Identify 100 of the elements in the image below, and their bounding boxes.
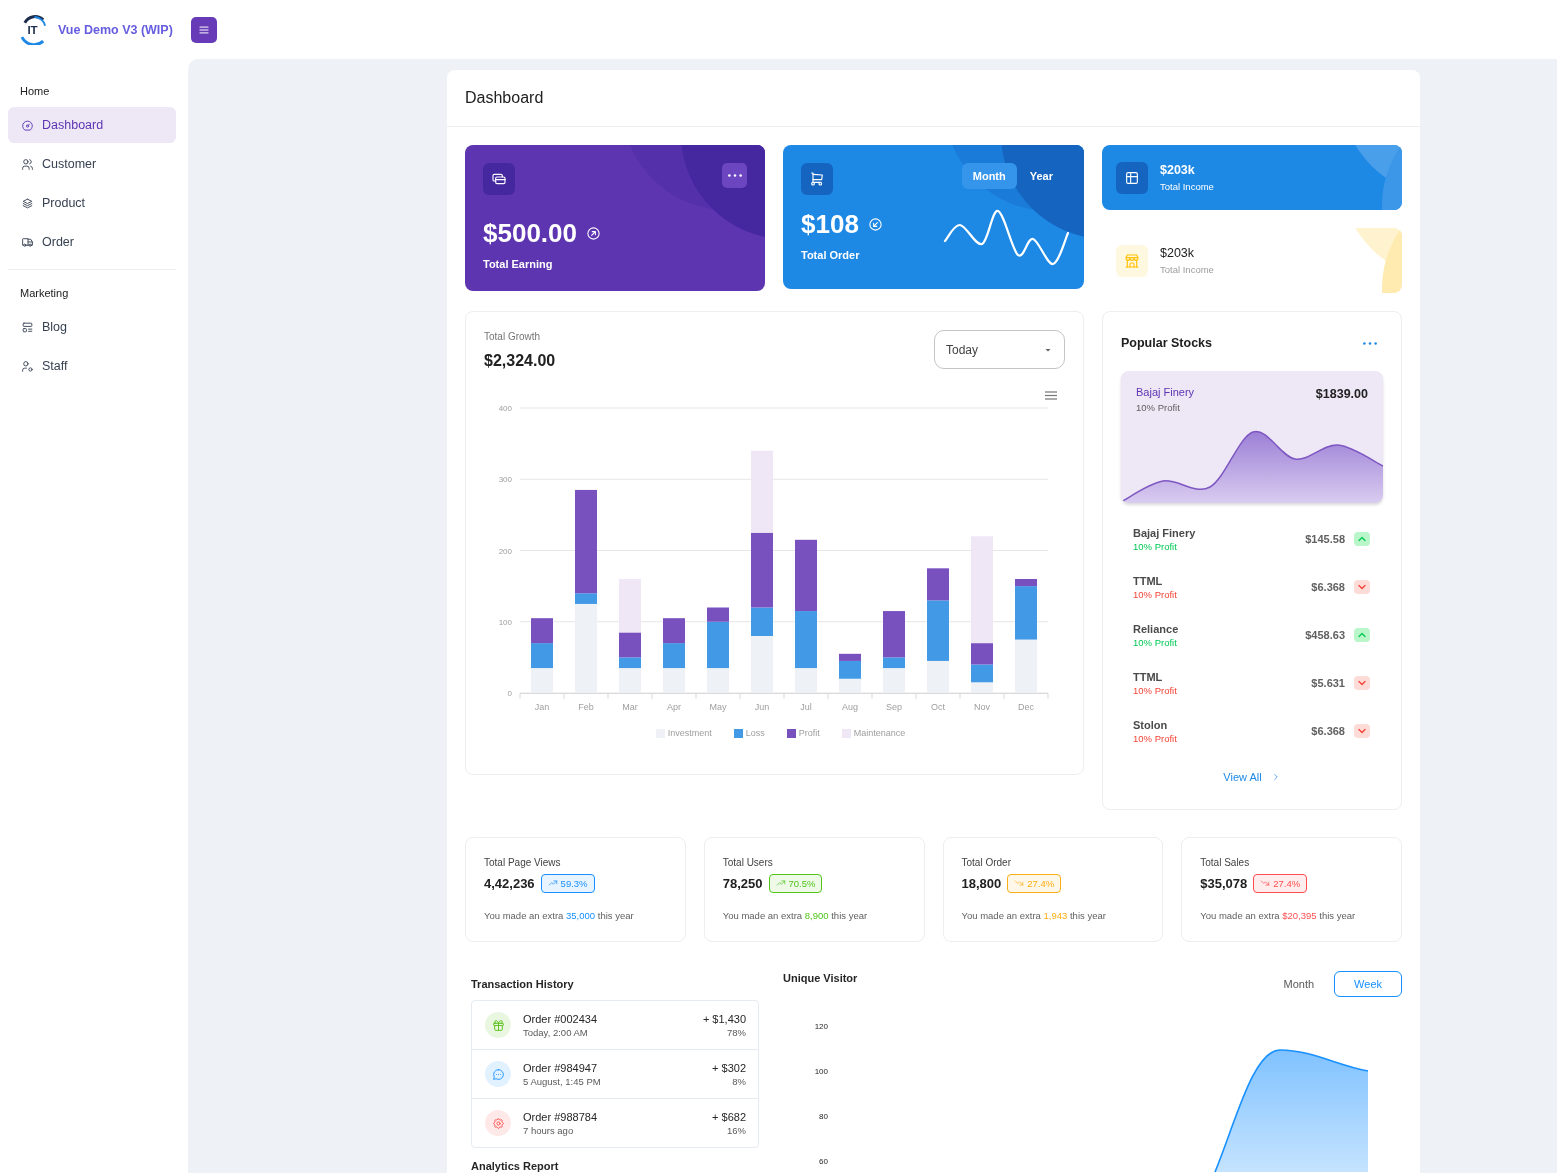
x-axis-label: Aug: [842, 702, 858, 712]
order-amount: $108: [801, 209, 859, 239]
order-amount: + $682: [712, 1109, 746, 1124]
stock-name: Bajaj Finery: [1136, 385, 1195, 399]
stock-price: $6.368: [1311, 581, 1345, 593]
x-axis-label: Feb: [578, 702, 594, 712]
stat-note: You made an extra 35,000 this year: [484, 909, 635, 923]
more-button[interactable]: [722, 163, 747, 188]
table-icon: [1116, 161, 1148, 194]
period-select[interactable]: Today: [934, 330, 1065, 369]
sidebar-item[interactable]: Customer: [8, 146, 176, 182]
x-axis-label: May: [709, 702, 727, 712]
stock-profit: 10% Profit: [1133, 635, 1178, 649]
sidebar-item[interactable]: Product: [8, 185, 176, 221]
y-axis-label: 100: [498, 617, 512, 627]
stat-value: $35,078: [1200, 875, 1248, 891]
stocks-title: Popular Stocks: [1121, 336, 1212, 350]
y-axis-label: 0: [507, 689, 512, 698]
bar-segment: [531, 668, 553, 693]
stock-price: $5.631: [1311, 677, 1345, 689]
cards-icon: [483, 163, 515, 195]
order-amount: + $302: [712, 1060, 746, 1075]
menu-icon[interactable]: [1044, 391, 1058, 400]
stat-note: You made an extra $20,395 this year: [1200, 909, 1357, 923]
order-share: 16%: [726, 1123, 746, 1137]
stock-name: Bajaj Finery: [1133, 525, 1196, 540]
truck-icon: [21, 235, 34, 249]
bar-segment: [663, 618, 685, 644]
income-amount: $203k: [1160, 245, 1196, 261]
stock-price: $458.63: [1305, 629, 1345, 641]
stat-note: You made an extra 8,900 this year: [722, 909, 869, 923]
user-coin-icon: [21, 359, 34, 373]
stat-value: 78,250: [722, 875, 763, 891]
view-all-link[interactable]: View All: [1223, 769, 1281, 785]
x-axis-label: Sep: [886, 702, 902, 712]
x-axis-label: Dec: [1018, 702, 1034, 712]
period-tab[interactable]: Year: [1018, 163, 1064, 189]
section-title: Unique Visitor: [783, 971, 858, 986]
order-title: Order #002434: [523, 1011, 597, 1026]
sidebar-section-title: Home: [19, 84, 51, 99]
section-title: Transaction History: [471, 977, 575, 992]
y-axis-label: 100: [814, 1067, 828, 1076]
y-axis-label: 200: [498, 546, 512, 556]
y-axis-label: 60: [819, 1157, 828, 1166]
sidebar-section-title: Marketing: [19, 286, 70, 301]
y-axis-label: 80: [819, 1112, 828, 1121]
stat-note: You made an extra 1,943 this year: [961, 909, 1107, 923]
order-time: 7 hours ago: [523, 1123, 575, 1137]
stock-profit: 10% Profit: [1133, 683, 1177, 697]
more-icon[interactable]: [1363, 341, 1377, 345]
stat-value: 18,800: [961, 875, 1002, 891]
income-label: Total Income: [1160, 263, 1214, 276]
x-axis-label: Apr: [667, 702, 681, 712]
sidebar-item[interactable]: Order: [8, 224, 176, 260]
more-icon: [727, 174, 742, 177]
arrow-down-left-icon: [867, 216, 883, 232]
stat-title: Total Order: [961, 856, 1012, 870]
list-icon: [21, 320, 34, 334]
order-amount: + $1,430: [702, 1011, 746, 1026]
store-icon: [1116, 244, 1148, 277]
brand-name: Vue Demo V3 (WIP): [58, 22, 173, 37]
arrow-up-right-icon: [586, 225, 601, 241]
legend-swatch-icon: [786, 728, 796, 738]
change-percent: 27.4%: [1027, 877, 1055, 889]
stock-profit: 10% Profit: [1136, 401, 1181, 414]
order-time: 5 August, 1:45 PM: [523, 1074, 601, 1088]
stat-value: 4,42,236: [484, 875, 535, 891]
legend-label: Profit: [798, 728, 820, 738]
stock-name: TTML: [1133, 669, 1164, 684]
stat-title: Total Page Views: [484, 856, 562, 870]
growth-label: Total Growth: [484, 330, 542, 344]
layers-icon: [21, 196, 34, 210]
stock-name: Stolon: [1133, 717, 1169, 732]
legend-label: Maintenance: [853, 728, 906, 738]
bar-segment: [1015, 639, 1037, 693]
stock-price: $145.58: [1305, 533, 1345, 545]
sidebar-item[interactable]: Blog: [8, 309, 176, 345]
order-title: Order #988784: [523, 1109, 597, 1124]
sidebar-item[interactable]: Staff: [8, 348, 176, 384]
order-label: Total Order: [801, 248, 861, 262]
change-percent: 70.5%: [788, 877, 816, 889]
menu-button[interactable]: [191, 16, 217, 43]
order-share: 8%: [731, 1074, 746, 1088]
bar-segment: [531, 618, 553, 644]
stock-name: Reliance: [1133, 621, 1179, 636]
order-title: Order #984947: [523, 1060, 598, 1075]
x-axis-label: Jan: [534, 702, 550, 712]
section-title: Analytics Report: [471, 1159, 560, 1173]
sidebar-item[interactable]: Dashboard: [8, 107, 176, 143]
users-icon: [21, 157, 34, 171]
legend-swatch-icon: [733, 728, 743, 738]
cart-icon: [801, 163, 833, 195]
income-label: Total Income: [1160, 180, 1214, 193]
bar-segment: [663, 643, 685, 669]
stock-profit: 10% Profit: [1133, 731, 1177, 745]
range-tab[interactable]: Month: [1263, 971, 1335, 997]
y-axis-label: 300: [498, 475, 512, 485]
stock-name: TTML: [1133, 573, 1164, 588]
bar-segment: [531, 643, 553, 669]
stock-price: $1839.00: [1315, 386, 1368, 403]
